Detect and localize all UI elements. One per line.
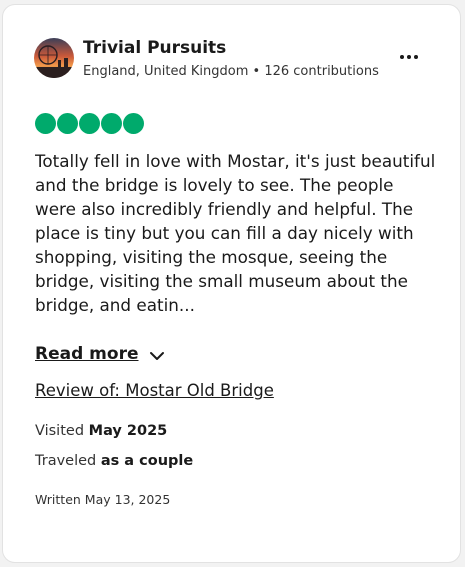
rating-bubble-icon [79, 113, 100, 134]
review-card: Trivial Pursuits England, United Kingdom… [2, 4, 461, 563]
review-of-link[interactable]: Review of: Mostar Old Bridge [35, 379, 274, 403]
traveled-value: as a couple [100, 453, 194, 469]
author-contributions: 126 contributions [264, 64, 379, 79]
author-name[interactable]: Trivial Pursuits [83, 37, 226, 59]
written-date: Written May 13, 2025 [35, 492, 171, 507]
traveled-type: Traveled as a couple [35, 451, 193, 471]
rating-bubble-icon [101, 113, 122, 134]
rating-bubble-icon [35, 113, 56, 134]
meta-separator: • [252, 64, 261, 79]
visited-date: Visited May 2025 [35, 421, 167, 441]
read-more-button[interactable]: Read more [35, 341, 165, 367]
author-meta: England, United Kingdom • 126 contributi… [83, 63, 379, 81]
avatar[interactable] [34, 38, 74, 78]
review-text: Totally fell in love with Mostar, it's j… [35, 151, 436, 315]
visited-value: May 2025 [88, 423, 168, 439]
rating-bubble-icon [123, 113, 144, 134]
traveled-prefix: Traveled [35, 453, 97, 469]
more-options-icon[interactable] [397, 49, 421, 69]
author-location: England, United Kingdom [83, 64, 249, 79]
rating-bubbles [35, 113, 144, 134]
visited-prefix: Visited [35, 423, 85, 439]
read-more-label: Read more [35, 344, 139, 364]
chevron-down-icon [149, 346, 165, 365]
rating-bubble-icon [57, 113, 78, 134]
